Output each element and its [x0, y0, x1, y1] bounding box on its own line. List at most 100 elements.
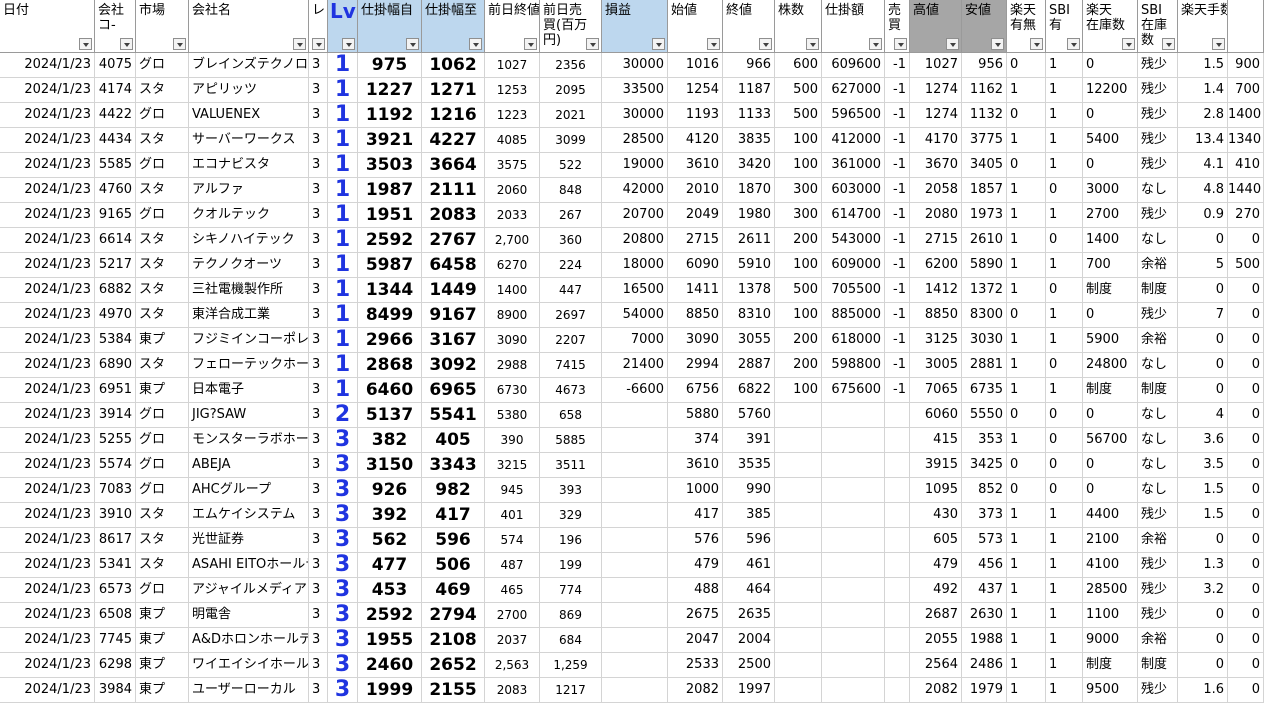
filter-dropdown-icon[interactable] [1122, 38, 1135, 50]
cell-rakuten-stock[interactable]: 4400 [1083, 503, 1138, 528]
cell-position-amount[interactable] [822, 428, 885, 453]
cell-market[interactable]: グロ [136, 403, 189, 428]
cell-market[interactable]: グロ [136, 453, 189, 478]
cell-sbi-flag[interactable]: 1 [1046, 678, 1083, 703]
cell-high[interactable]: 3670 [910, 153, 962, 178]
filter-dropdown-icon[interactable] [120, 38, 133, 50]
cell-lv[interactable]: 3 [328, 578, 358, 603]
cell-level-small[interactable]: 3 [309, 503, 328, 528]
cell-rakuten-flag[interactable]: 1 [1007, 128, 1046, 153]
cell-open[interactable]: 5880 [668, 403, 723, 428]
cell-range-to[interactable]: 2652 [422, 653, 485, 678]
cell-level-small[interactable]: 3 [309, 528, 328, 553]
cell-open[interactable]: 417 [668, 503, 723, 528]
cell-level-small[interactable]: 3 [309, 403, 328, 428]
cell-range-to[interactable]: 6965 [422, 378, 485, 403]
cell-prev-close[interactable]: 8900 [485, 303, 540, 328]
cell-close[interactable]: 8310 [723, 303, 775, 328]
cell-date[interactable]: 2024/1/23 [0, 328, 95, 353]
cell-position-amount[interactable]: 618000 [822, 328, 885, 353]
cell-sbi-stock[interactable]: 余裕 [1138, 253, 1178, 278]
cell-fee-amount[interactable]: 0 [1228, 353, 1264, 378]
cell-profit-loss[interactable] [602, 653, 668, 678]
cell-level-small[interactable]: 3 [309, 178, 328, 203]
cell-company-code[interactable]: 6614 [95, 228, 136, 253]
cell-prev-volume[interactable]: 2356 [540, 53, 602, 78]
cell-level-small[interactable]: 3 [309, 453, 328, 478]
cell-prev-volume[interactable]: 393 [540, 478, 602, 503]
cell-date[interactable]: 2024/1/23 [0, 128, 95, 153]
cell-high[interactable]: 2058 [910, 178, 962, 203]
cell-sbi-stock[interactable]: 残少 [1138, 553, 1178, 578]
cell-company-name[interactable]: クオルテック [189, 203, 309, 228]
cell-range-from[interactable]: 3150 [358, 453, 422, 478]
cell-rakuten-fee[interactable]: 0 [1178, 328, 1228, 353]
cell-profit-loss[interactable]: 30000 [602, 103, 668, 128]
cell-prev-close[interactable]: 6730 [485, 378, 540, 403]
cell-shares[interactable]: 100 [775, 253, 822, 278]
cell-position-amount[interactable] [822, 403, 885, 428]
cell-prev-volume[interactable]: 447 [540, 278, 602, 303]
cell-open[interactable]: 4120 [668, 128, 723, 153]
cell-range-to[interactable]: 3664 [422, 153, 485, 178]
cell-high[interactable]: 3915 [910, 453, 962, 478]
column-header-position-amount[interactable]: 仕掛額 [822, 0, 885, 53]
cell-date[interactable]: 2024/1/23 [0, 103, 95, 128]
filter-dropdown-icon[interactable] [707, 38, 720, 50]
cell-date[interactable]: 2024/1/23 [0, 653, 95, 678]
cell-level-small[interactable]: 3 [309, 678, 328, 703]
cell-range-from[interactable]: 2592 [358, 228, 422, 253]
cell-profit-loss[interactable]: 28500 [602, 128, 668, 153]
cell-rakuten-stock[interactable]: 1100 [1083, 603, 1138, 628]
cell-shares[interactable]: 200 [775, 353, 822, 378]
cell-lv[interactable]: 3 [328, 503, 358, 528]
cell-rakuten-stock[interactable]: 0 [1083, 303, 1138, 328]
cell-company-name[interactable]: A&Dホロンホールディングス [189, 628, 309, 653]
cell-company-name[interactable]: アジャイルメディア・ネットワーク [189, 578, 309, 603]
cell-level-small[interactable]: 3 [309, 303, 328, 328]
cell-company-code[interactable]: 4970 [95, 303, 136, 328]
cell-range-from[interactable]: 3503 [358, 153, 422, 178]
cell-market[interactable]: スタ [136, 353, 189, 378]
cell-close[interactable]: 2500 [723, 653, 775, 678]
cell-side[interactable]: -1 [885, 253, 910, 278]
cell-side[interactable]: -1 [885, 178, 910, 203]
cell-rakuten-fee[interactable]: 1.5 [1178, 478, 1228, 503]
filter-dropdown-icon[interactable] [894, 38, 907, 50]
cell-prev-volume[interactable]: 1217 [540, 678, 602, 703]
cell-rakuten-fee[interactable]: 1.6 [1178, 678, 1228, 703]
cell-sbi-flag[interactable]: 1 [1046, 53, 1083, 78]
cell-position-amount[interactable]: 675600 [822, 378, 885, 403]
cell-rakuten-stock[interactable]: 9000 [1083, 628, 1138, 653]
cell-sbi-stock[interactable]: 残少 [1138, 678, 1178, 703]
cell-fee-amount[interactable]: 1340 [1228, 128, 1264, 153]
cell-range-to[interactable]: 2111 [422, 178, 485, 203]
cell-range-from[interactable]: 1192 [358, 103, 422, 128]
cell-prev-close[interactable]: 390 [485, 428, 540, 453]
cell-position-amount[interactable] [822, 578, 885, 603]
cell-date[interactable]: 2024/1/23 [0, 378, 95, 403]
cell-side[interactable]: -1 [885, 378, 910, 403]
cell-shares[interactable] [775, 678, 822, 703]
cell-company-code[interactable]: 3910 [95, 503, 136, 528]
cell-close[interactable]: 464 [723, 578, 775, 603]
cell-rakuten-stock[interactable]: 5900 [1083, 328, 1138, 353]
cell-rakuten-fee[interactable]: 13.4 [1178, 128, 1228, 153]
cell-range-from[interactable]: 453 [358, 578, 422, 603]
cell-sbi-stock[interactable]: なし [1138, 453, 1178, 478]
cell-rakuten-flag[interactable]: 1 [1007, 78, 1046, 103]
cell-open[interactable]: 479 [668, 553, 723, 578]
cell-market[interactable]: スタ [136, 528, 189, 553]
cell-sbi-flag[interactable]: 1 [1046, 328, 1083, 353]
column-header-company-name[interactable]: 会社名 [189, 0, 309, 53]
cell-range-to[interactable]: 2767 [422, 228, 485, 253]
cell-fee-amount[interactable]: 0 [1228, 303, 1264, 328]
cell-level-small[interactable]: 3 [309, 353, 328, 378]
cell-fee-amount[interactable]: 0 [1228, 453, 1264, 478]
cell-close[interactable]: 3835 [723, 128, 775, 153]
cell-rakuten-flag[interactable]: 1 [1007, 578, 1046, 603]
cell-rakuten-fee[interactable]: 1.4 [1178, 78, 1228, 103]
cell-sbi-stock[interactable]: なし [1138, 478, 1178, 503]
cell-position-amount[interactable]: 412000 [822, 128, 885, 153]
cell-low[interactable]: 3030 [962, 328, 1007, 353]
